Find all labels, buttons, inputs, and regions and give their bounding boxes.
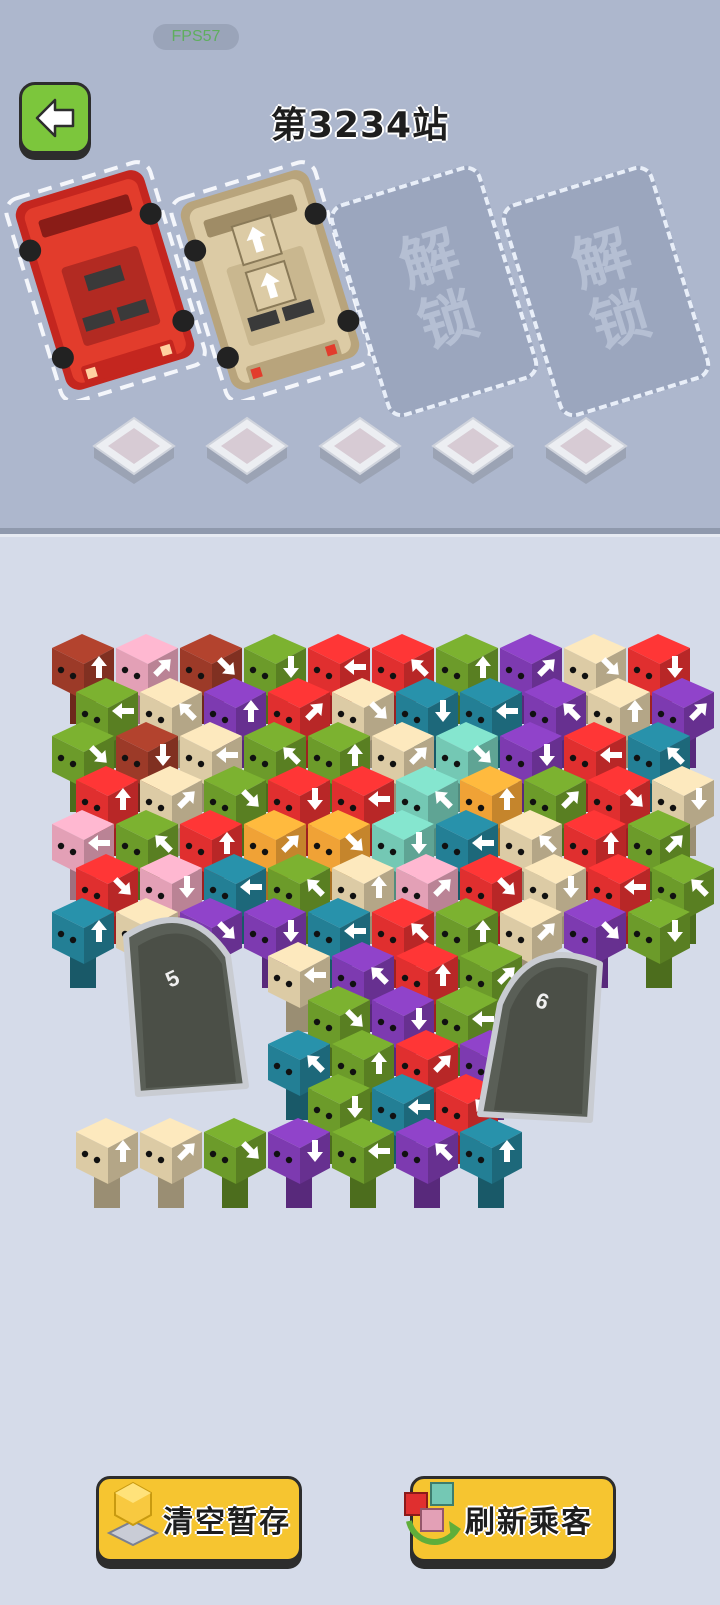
refresh-passengers-label: 刷新乘客 xyxy=(465,1505,593,1540)
refresh-passengers-button[interactable]: 刷新乘客 xyxy=(404,1476,616,1562)
clear-storage-label: 清空暂存 xyxy=(163,1505,291,1540)
passenger[interactable] xyxy=(52,898,114,988)
gate-right: 6 xyxy=(477,952,603,1123)
gate-left: 5 xyxy=(123,917,249,1097)
clear-storage-icon xyxy=(106,1481,160,1547)
fps-counter: FPS57 xyxy=(153,24,239,50)
passenger[interactable] xyxy=(628,898,690,988)
passenger-field: 5 6 xyxy=(0,534,720,1394)
passenger[interactable] xyxy=(140,1118,202,1208)
locked-bus-slot-4[interactable]: 解锁 xyxy=(497,161,715,422)
passenger[interactable] xyxy=(76,1118,138,1208)
buffer-tile xyxy=(544,416,628,484)
passenger[interactable] xyxy=(268,1118,330,1208)
buffer-tile xyxy=(431,416,515,484)
bus-dock-panel: FPS57 第3234站 解锁 解锁 xyxy=(0,0,720,534)
bus-slot-2[interactable] xyxy=(165,160,375,400)
passenger[interactable] xyxy=(204,1118,266,1208)
buffer-tile xyxy=(318,416,402,484)
passenger[interactable] xyxy=(332,1118,394,1208)
passenger-crowd xyxy=(52,634,714,1208)
passenger[interactable] xyxy=(396,1118,458,1208)
refresh-passengers-icon xyxy=(404,1482,461,1545)
buffer-tile xyxy=(205,416,289,484)
unlock-label: 解锁 xyxy=(382,220,486,363)
level-title: 第3234站 xyxy=(270,105,450,146)
clear-storage-button[interactable]: 清空暂存 xyxy=(96,1476,302,1562)
buffer-tile xyxy=(92,416,176,484)
unlock-label: 解锁 xyxy=(554,220,658,363)
